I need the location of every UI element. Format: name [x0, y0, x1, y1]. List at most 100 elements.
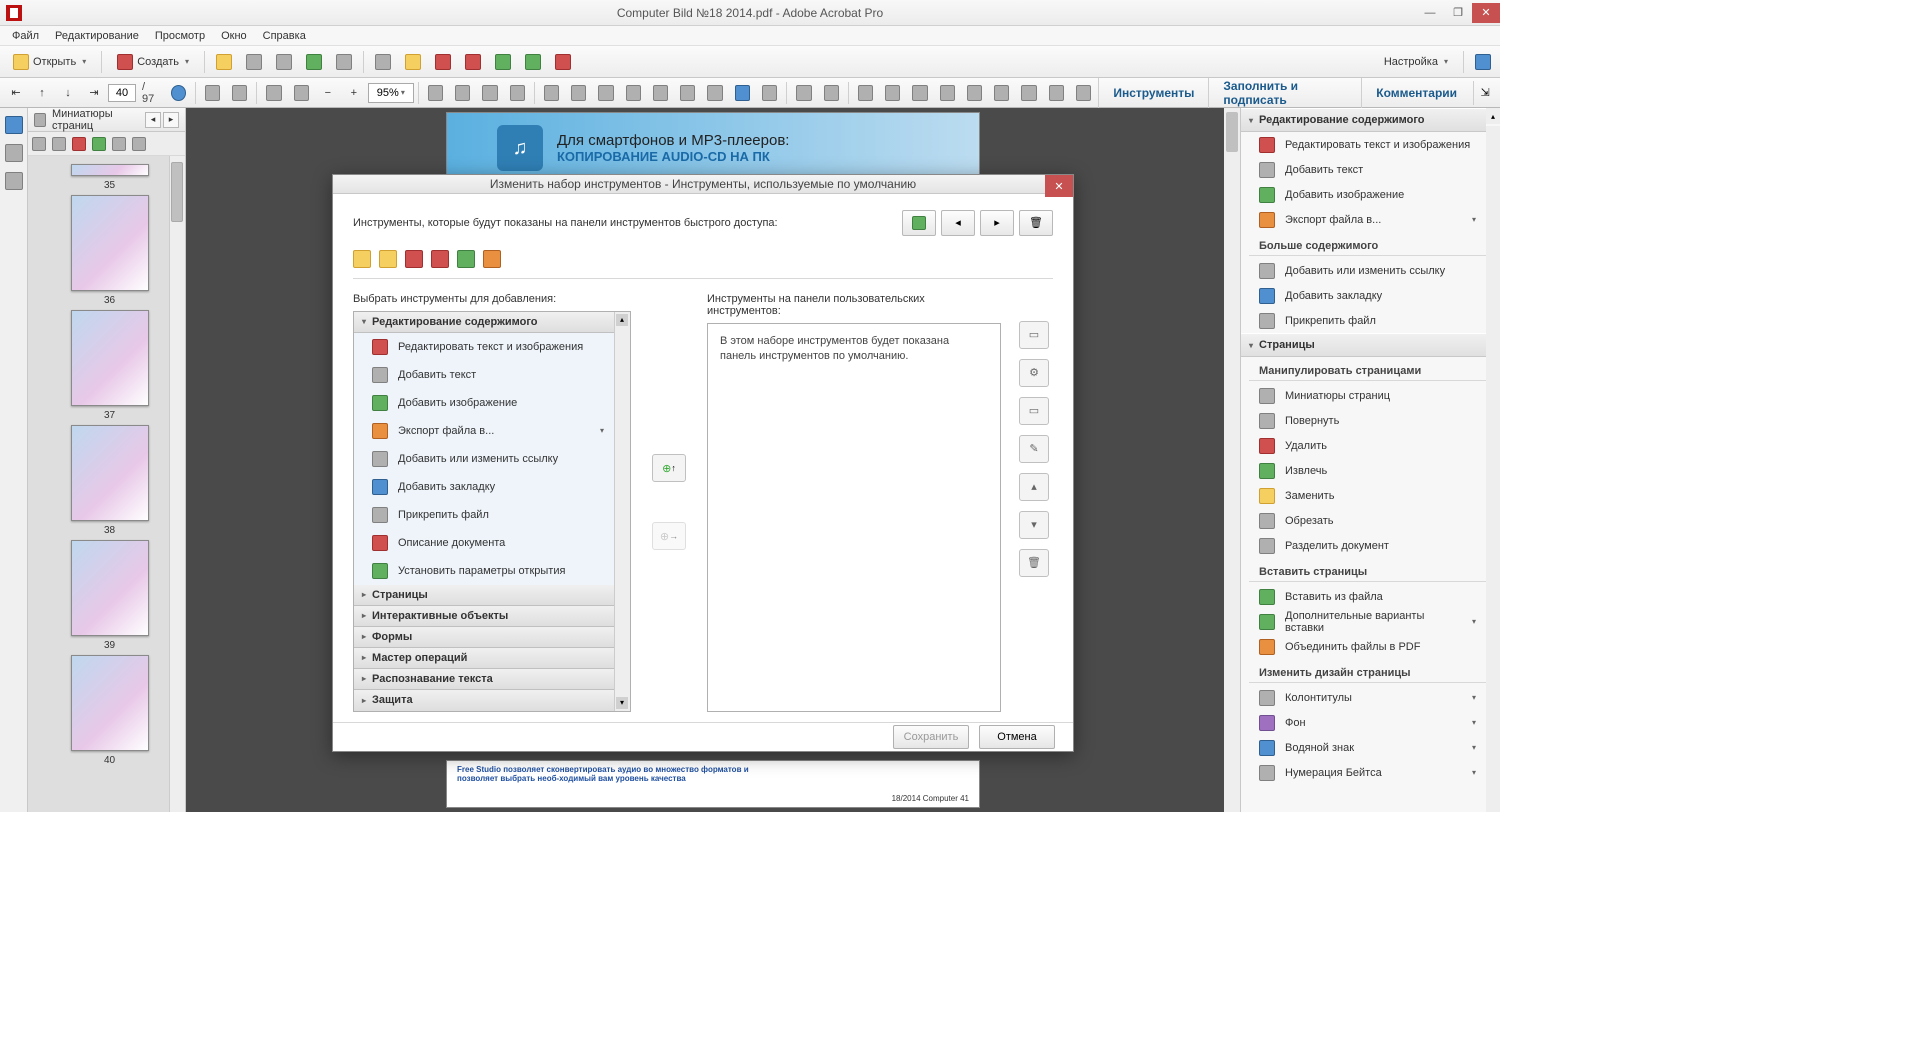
thumb-tool-icon[interactable] — [32, 137, 46, 151]
vt-6[interactable] — [675, 81, 700, 105]
item-background[interactable]: Фон▾ — [1241, 710, 1486, 735]
acc-item[interactable]: Редактировать текст и изображения — [354, 333, 614, 361]
et-7[interactable] — [1016, 81, 1041, 105]
move-down-button[interactable]: ▾ — [1019, 511, 1049, 539]
bookmark-icon[interactable] — [5, 116, 23, 134]
nav-back-button[interactable] — [166, 81, 191, 105]
item-watermark[interactable]: Водяной знак▾ — [1241, 735, 1486, 760]
remove-button[interactable]: 🗑 — [1019, 549, 1049, 577]
thumbnail-36[interactable] — [71, 195, 149, 291]
thumbs-next-button[interactable]: ▸ — [163, 112, 179, 128]
tool-7[interactable] — [400, 50, 426, 74]
tool-6[interactable] — [370, 50, 396, 74]
list-scrollbar[interactable]: ▴▾ — [614, 312, 630, 711]
thumb-tool-icon[interactable] — [52, 137, 66, 151]
open-button[interactable]: Открыть▾ — [4, 50, 95, 74]
item-add-text[interactable]: Добавить текст — [1241, 157, 1486, 182]
item-split[interactable]: Разделить документ — [1241, 533, 1486, 558]
item-header-footer[interactable]: Колонтитулы▾ — [1241, 685, 1486, 710]
thumbnail-35[interactable] — [71, 164, 149, 176]
toolset-delete-button[interactable]: 🗑 — [1019, 210, 1053, 236]
prev-page-button[interactable]: ↑ — [30, 81, 54, 105]
thumb-tool-icon[interactable] — [112, 137, 126, 151]
toolset-next-button[interactable]: ▸ — [980, 210, 1014, 236]
cancel-button[interactable]: Отмена — [979, 725, 1055, 749]
qa-icon[interactable] — [431, 250, 449, 268]
item-crop[interactable]: Обрезать — [1241, 508, 1486, 533]
copy-button[interactable] — [962, 81, 987, 105]
rb-3[interactable]: ▭ — [1019, 397, 1049, 425]
undo-button[interactable] — [791, 81, 816, 105]
et-2[interactable] — [880, 81, 905, 105]
fit-page-button[interactable] — [423, 81, 448, 105]
rb-2[interactable]: ⚙ — [1019, 359, 1049, 387]
item-edit-text-images[interactable]: Редактировать текст и изображения — [1241, 132, 1486, 157]
qa-icon[interactable] — [353, 250, 371, 268]
vt-3[interactable] — [593, 81, 618, 105]
item-insert-from-file[interactable]: Вставить из файла — [1241, 584, 1486, 609]
tool-12[interactable] — [550, 50, 576, 74]
tool-10[interactable] — [490, 50, 516, 74]
vt-5[interactable] — [648, 81, 673, 105]
add-to-quickaccess-button[interactable]: ⊕↑ — [652, 454, 686, 482]
item-export-file[interactable]: Экспорт файла в...▾ — [1241, 207, 1486, 232]
menu-file[interactable]: Файл — [4, 28, 47, 44]
thumbnails-list[interactable]: 35 36 37 38 39 40 — [28, 156, 185, 812]
menu-help[interactable]: Справка — [255, 28, 314, 44]
acc-protection[interactable]: ▸Защита — [354, 690, 614, 711]
select-tool[interactable] — [200, 81, 225, 105]
panel-arrow-up[interactable]: ▴ — [1486, 108, 1500, 124]
zoom-dynamic-tool[interactable] — [289, 81, 314, 105]
vt-8[interactable] — [730, 81, 755, 105]
zoom-select-tool[interactable] — [261, 81, 286, 105]
tab-tools[interactable]: Инструменты — [1098, 78, 1208, 108]
qa-icon[interactable] — [379, 250, 397, 268]
print-button[interactable] — [271, 50, 297, 74]
acc-pages[interactable]: ▸Страницы — [354, 585, 614, 606]
tool-8[interactable] — [430, 50, 456, 74]
minimize-button[interactable]: — — [1416, 3, 1444, 23]
tool-4[interactable] — [301, 50, 327, 74]
maximize-button[interactable]: ❐ — [1444, 3, 1472, 23]
fit-width-button[interactable] — [450, 81, 475, 105]
panel-expand-button[interactable]: ⇲ — [1473, 81, 1496, 105]
redo-button[interactable] — [819, 81, 844, 105]
move-up-button[interactable]: ▴ — [1019, 473, 1049, 501]
thumb-tool-icon[interactable] — [72, 137, 86, 151]
rb-1[interactable]: ▭ — [1019, 321, 1049, 349]
vt-2[interactable] — [566, 81, 591, 105]
rb-4[interactable]: ✎ — [1019, 435, 1049, 463]
custom-tools-list[interactable]: В этом наборе инструментов будет показан… — [707, 323, 1001, 712]
section-content-editing[interactable]: ▾Редактирование содержимого — [1241, 108, 1486, 132]
save-button[interactable]: Сохранить — [893, 725, 969, 749]
thumbnail-37[interactable] — [71, 310, 149, 406]
fullscreen-button[interactable] — [1470, 50, 1496, 74]
item-add-link[interactable]: Добавить или изменить ссылку — [1241, 258, 1486, 283]
qa-icon[interactable] — [457, 250, 475, 268]
add-to-panel-button[interactable]: ⊕→ — [652, 522, 686, 550]
acc-item[interactable]: Установить параметры открытия — [354, 557, 614, 585]
cut-button[interactable] — [935, 81, 960, 105]
thumbnail-39[interactable] — [71, 540, 149, 636]
save-button[interactable] — [241, 50, 267, 74]
create-button[interactable]: Создать▾ — [108, 50, 198, 74]
paste-button[interactable] — [989, 81, 1014, 105]
toolset-prev-button[interactable]: ◂ — [941, 210, 975, 236]
tool-11[interactable] — [520, 50, 546, 74]
rightpanel-scrollbar[interactable] — [1486, 126, 1500, 812]
acc-item[interactable]: Экспорт файла в...▾ — [354, 417, 614, 445]
thumbnail-40[interactable] — [71, 655, 149, 751]
zoom-select[interactable]: 95%▾ — [368, 83, 414, 103]
menu-edit[interactable]: Редактирование — [47, 28, 147, 44]
view-single-button[interactable] — [477, 81, 502, 105]
find-button[interactable] — [1044, 81, 1069, 105]
tab-comments[interactable]: Комментарии — [1361, 78, 1471, 108]
close-button[interactable]: ✕ — [1472, 3, 1500, 23]
et-9[interactable] — [1071, 81, 1096, 105]
item-bates-numbering[interactable]: Нумерация Бейтса▾ — [1241, 760, 1486, 785]
vt-4[interactable] — [621, 81, 646, 105]
item-rotate[interactable]: Повернуть — [1241, 408, 1486, 433]
section-pages[interactable]: ▾Страницы — [1241, 333, 1486, 357]
available-tools-list[interactable]: ▴▾ ▾Редактирование содержимого Редактиро… — [353, 311, 631, 712]
thumb-tool-icon[interactable] — [92, 137, 106, 151]
